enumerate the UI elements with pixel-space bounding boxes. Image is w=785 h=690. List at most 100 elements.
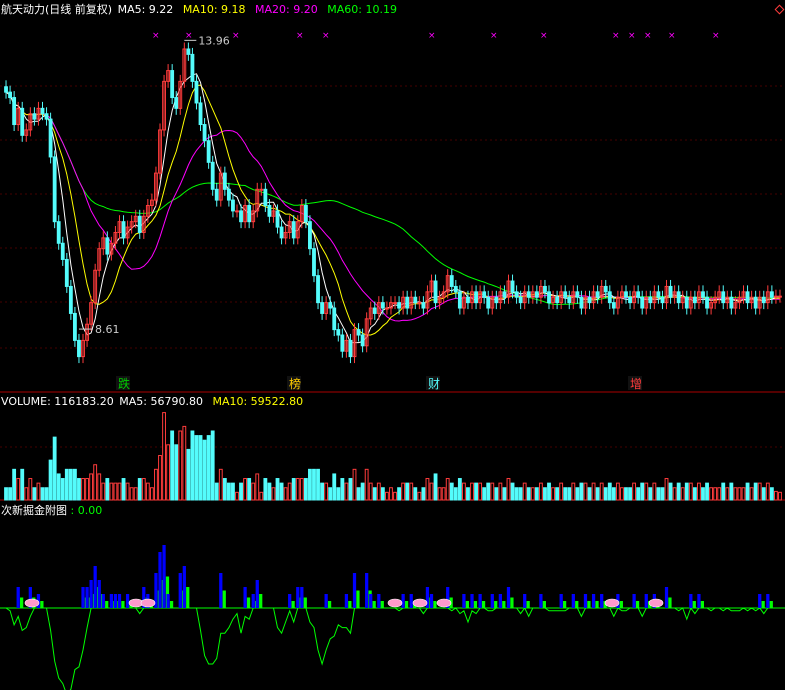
volume-bar <box>149 487 154 501</box>
volume-bar <box>668 482 673 501</box>
candle-body <box>660 296 665 304</box>
indicator-bar-blue <box>93 566 97 608</box>
volume-bar <box>644 482 649 501</box>
volume-bar <box>405 482 410 501</box>
volume-bar <box>77 478 81 501</box>
volume-bar <box>725 487 730 501</box>
volume-bar <box>162 412 166 501</box>
indicator-bar-green <box>169 601 174 608</box>
volume-bar <box>376 482 381 501</box>
indicator-bar-blue <box>97 580 101 608</box>
volume-bar <box>624 487 628 501</box>
volume-bar <box>222 478 227 501</box>
lotus-icon <box>604 598 620 608</box>
volume-bar <box>583 482 588 501</box>
indicator-bar-blue <box>766 594 770 608</box>
volume-bar <box>656 487 661 501</box>
indicator-bar-green <box>769 601 773 608</box>
volume-bar <box>555 487 560 501</box>
candle-body <box>547 291 551 304</box>
lotus-icon <box>387 598 403 608</box>
candle-body <box>705 296 709 309</box>
signal-marker: × <box>322 31 330 41</box>
volume-bar <box>279 482 284 501</box>
volume-bar <box>178 430 183 501</box>
indicator-bar-green <box>291 601 295 608</box>
indicator-bar-blue <box>462 594 466 608</box>
indicator-bar-blue <box>296 587 300 608</box>
volume-bar <box>680 487 685 501</box>
candle-body <box>259 188 264 191</box>
signal-marker: × <box>644 31 652 41</box>
volume-bar <box>372 487 377 501</box>
volume-bar <box>599 482 604 501</box>
stock-chart: 13.96 8.61 跌 榜 财 增 × × × × × × × × × × × × × <box>0 31 785 690</box>
candle-body <box>587 296 592 304</box>
volume-bar <box>486 482 491 501</box>
indicator-value: : 0.00 <box>70 504 103 517</box>
indicator-bar-blue <box>664 587 669 608</box>
indicator-bar-green <box>761 601 765 608</box>
event-label: 增 <box>630 377 642 391</box>
volume-bar <box>129 487 134 501</box>
candle-body <box>202 124 207 142</box>
volume-bar <box>312 468 316 501</box>
candle-body <box>494 296 499 304</box>
volume-bar <box>733 487 738 501</box>
candle-body <box>170 70 175 99</box>
volume-bar <box>303 478 308 501</box>
volume-bar <box>267 482 272 501</box>
candle-body <box>72 312 77 341</box>
volume-bar <box>757 482 762 501</box>
candle-body <box>4 86 8 93</box>
volume-bar <box>514 487 519 501</box>
volume-bar <box>202 439 207 501</box>
volume-bar <box>40 487 45 501</box>
candle-body <box>194 80 199 104</box>
indicator-bar-green <box>222 590 226 608</box>
volume-bar <box>664 478 669 501</box>
indicator-bar-blue <box>470 594 474 608</box>
volume-bar <box>571 482 576 501</box>
volume-ma10-readout: MA10: 59522.80 <box>212 395 304 408</box>
volume-bar <box>247 478 252 501</box>
volume-bar <box>595 487 600 501</box>
lotus-icon <box>436 598 452 608</box>
candle-body <box>453 285 458 293</box>
volume-bar <box>332 473 337 501</box>
volume-ma5-readout: MA5: 56790.80 <box>119 395 203 408</box>
candle-body <box>48 118 53 158</box>
indicator-bar-green <box>433 601 437 608</box>
volume-bar <box>530 487 535 501</box>
volume-bar <box>239 482 243 501</box>
indicator-bar-blue <box>288 594 292 608</box>
candle-body <box>526 291 531 298</box>
volume-bar <box>502 487 507 501</box>
indicator-bar-blue <box>600 594 604 608</box>
indicator-bar-green <box>20 597 24 608</box>
candle-body <box>380 302 385 309</box>
volume-bar <box>141 478 146 501</box>
volume-bar <box>721 482 726 501</box>
candle-body <box>40 107 45 115</box>
candle-body <box>206 140 211 163</box>
volume-bar <box>231 482 235 501</box>
volume-bar <box>749 487 754 501</box>
volume-bar <box>628 487 632 501</box>
signal-marker: × <box>628 31 636 41</box>
candle-body <box>52 156 57 223</box>
volume-bar <box>308 468 312 501</box>
volume-bar <box>287 482 292 501</box>
candle-body <box>32 113 37 120</box>
volume-bar <box>48 459 53 501</box>
indicator-bar-blue <box>644 594 648 608</box>
volume-bar <box>705 482 709 501</box>
volume-bar <box>445 478 450 501</box>
indicator-bar-blue <box>689 594 693 608</box>
volume-bar <box>401 482 406 501</box>
volume-bar <box>12 468 17 501</box>
candle-body <box>624 291 628 298</box>
indicator-bar-green <box>348 601 352 608</box>
indicator-bar-blue <box>583 594 588 608</box>
indicator-bar-green <box>105 601 109 608</box>
